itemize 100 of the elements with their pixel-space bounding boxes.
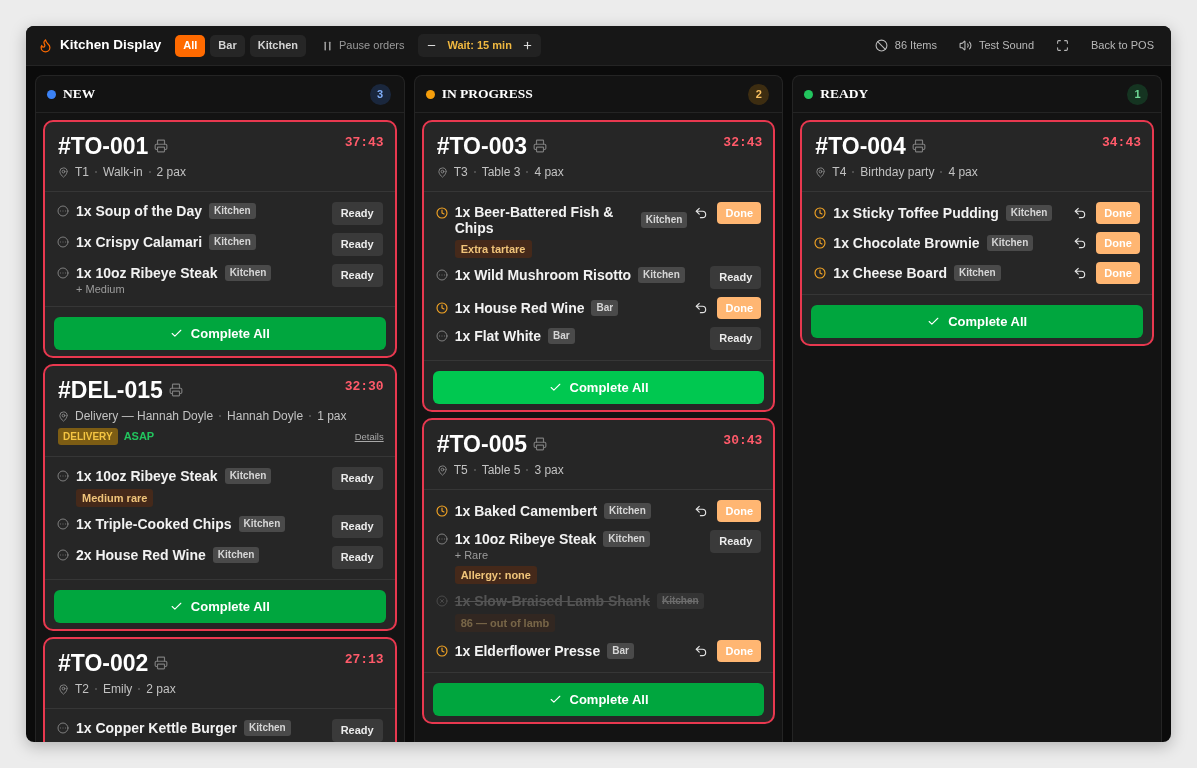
undo-icon[interactable] [1073, 206, 1087, 220]
order-info-text: 2 pax [146, 681, 176, 697]
printer-icon[interactable] [911, 139, 926, 153]
station-tag: Kitchen [244, 720, 291, 736]
item-name: 1x Cheese Board [833, 265, 947, 281]
location-pin-icon [815, 166, 827, 178]
column-title: IN PROGRESS [441, 85, 533, 103]
station-tag: Kitchen [209, 234, 256, 250]
order-info-text: Walk-in [103, 164, 143, 180]
ellipsis-circle-icon [435, 330, 448, 342]
station-tag: Kitchen [953, 265, 1001, 281]
station-tag: Kitchen [604, 503, 651, 519]
station-tag: Kitchen [640, 212, 688, 228]
order-info-text: 3 pax [534, 462, 564, 478]
count-badge: 1 [1127, 83, 1148, 105]
station-tag: Kitchen [1005, 205, 1053, 221]
x-circle-icon [435, 595, 448, 607]
station-tag: Kitchen [224, 468, 272, 484]
order-number: #TO-004 [815, 132, 906, 160]
ready-button[interactable]: Ready [710, 327, 762, 350]
printer-icon[interactable] [533, 437, 548, 451]
ellipsis-circle-icon [57, 236, 69, 248]
location-pin-icon [436, 166, 448, 178]
ready-button[interactable]: Ready [331, 515, 383, 538]
order-info-text: Emily [103, 681, 133, 697]
order-number: #TO-003 [436, 132, 528, 160]
undo-icon[interactable] [694, 206, 709, 220]
order-number: #DEL-015 [58, 376, 163, 404]
item-name: 1x Copper Kettle Burger [76, 720, 238, 736]
ellipsis-circle-icon [57, 518, 69, 530]
order-info-text: T1 [75, 164, 89, 180]
modifier-text: + Rare [454, 548, 488, 562]
undo-icon[interactable] [694, 504, 709, 518]
clock-icon [435, 645, 448, 657]
ready-button[interactable]: Ready [331, 719, 383, 742]
station-tag: Bar [548, 328, 575, 344]
item-name: 1x Sticky Toffee Pudding [833, 205, 999, 221]
check-icon [548, 381, 562, 394]
order-info-text: Table 3 [481, 164, 521, 180]
filter-tab[interactable]: Bar [210, 34, 245, 57]
item-name: 1x Crispy Calamari [76, 234, 203, 250]
column-title: NEW [63, 85, 96, 103]
order-number: #TO-001 [58, 132, 149, 160]
station-tag: Bar [607, 643, 634, 659]
flame-icon [38, 38, 53, 53]
order-info-text: Table 5 [481, 462, 521, 478]
details-link[interactable]: Details [354, 429, 384, 444]
station-tag: Kitchen [603, 531, 650, 547]
order-info-text: Birthday party [860, 164, 935, 180]
priority-label: ASAP [123, 429, 155, 444]
printer-icon[interactable] [533, 139, 548, 153]
plus-icon[interactable] [521, 40, 533, 51]
note-tag: Medium rare [76, 489, 154, 507]
station-tag: Kitchen [212, 547, 260, 563]
order-info-text: T2 [75, 681, 89, 697]
check-icon [548, 693, 562, 706]
count-badge: 3 [369, 83, 391, 105]
undo-icon[interactable] [694, 644, 709, 658]
ready-button[interactable]: Ready [710, 266, 762, 289]
fullscreen-icon[interactable] [1056, 39, 1069, 52]
ready-button[interactable]: Ready [710, 530, 762, 553]
undo-icon[interactable] [694, 301, 709, 315]
station-tag: Kitchen [224, 265, 272, 281]
modifier-text: + Medium [76, 282, 125, 296]
speaker-icon [958, 39, 972, 52]
ready-button[interactable]: Ready [331, 264, 383, 287]
ellipsis-circle-icon [435, 269, 448, 281]
eighty-six-items-button[interactable]: 86 Items [874, 37, 937, 54]
item-name: 1x House Red Wine [454, 300, 585, 316]
ready-button[interactable]: Ready [331, 546, 383, 569]
printer-icon[interactable] [168, 383, 183, 397]
item-name: 1x 10oz Ribeye Steak [76, 265, 218, 281]
ready-button[interactable]: Ready [331, 202, 383, 225]
order-timer: 32:43 [723, 134, 763, 152]
printer-icon[interactable] [154, 139, 169, 153]
order-timer: 34:43 [1102, 134, 1141, 152]
ready-button[interactable]: Ready [331, 233, 383, 256]
station-tag: Bar [591, 300, 619, 316]
location-pin-icon [58, 683, 69, 695]
order-number: #TO-002 [58, 649, 149, 677]
test-sound-button[interactable]: Test Sound [958, 37, 1034, 54]
item-name: 1x Chocolate Brownie [833, 235, 980, 251]
filter-tab[interactable]: Kitchen [249, 34, 307, 57]
station-tag: Kitchen [638, 267, 685, 283]
wait-time-label: Wait: 15 min [447, 38, 512, 54]
station-tag: Kitchen [238, 516, 286, 532]
clock-icon [435, 302, 448, 314]
undo-icon[interactable] [1073, 236, 1087, 250]
printer-icon[interactable] [154, 656, 169, 670]
ready-button[interactable]: Ready [331, 467, 383, 490]
item-name: 1x Elderflower Presse [454, 643, 601, 659]
order-number: #TO-005 [436, 430, 528, 458]
undo-icon[interactable] [1073, 266, 1087, 280]
order-info-text: 1 pax [317, 408, 347, 424]
back-to-pos-button[interactable]: Back to POS [1091, 37, 1154, 54]
station-tag: Kitchen [209, 203, 256, 219]
order-info-text: Delivery — Hannah Doyle [75, 408, 214, 424]
location-pin-icon [58, 166, 69, 178]
pause-button[interactable]: Pause orders [324, 37, 405, 54]
order-info-text: 2 pax [156, 164, 186, 180]
